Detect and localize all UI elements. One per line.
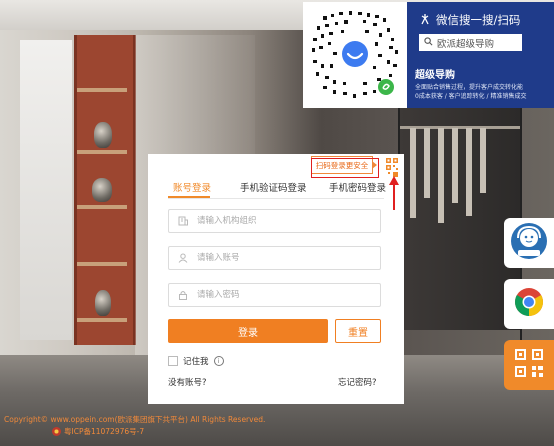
account-field — [168, 246, 381, 270]
customer-service-button[interactable] — [504, 218, 554, 268]
annotation-line — [393, 184, 395, 210]
forgot-password-link[interactable]: 忘记密码? — [338, 376, 377, 388]
search-icon — [424, 36, 433, 49]
login-button[interactable]: 登录 — [168, 319, 328, 343]
miniprogram-name: 超级导购 — [415, 70, 455, 81]
tabs-divider — [168, 198, 384, 199]
search-spark-icon — [419, 13, 431, 28]
browser-button[interactable] — [504, 279, 554, 329]
wechat-search-box: 欧派超级导购 — [419, 34, 522, 51]
copyright-text: Copyright© www.oppein.com(欧派集团旗下共平台) All… — [4, 415, 266, 424]
password-input[interactable] — [195, 289, 379, 301]
org-input[interactable] — [195, 215, 379, 227]
tab-sms-login[interactable]: 手机验证码登录 — [240, 180, 307, 194]
tab-phone-password-login[interactable]: 手机密码登录 — [329, 180, 386, 194]
wechat-search-title: 微信搜一搜/扫码 — [419, 12, 520, 28]
wechat-qr-popup: 微信搜一搜/扫码 欧派超级导购 超级导购 全面贴合销售过程，提升客户成交转化能 … — [303, 2, 554, 108]
remember-me: 记住我 i — [168, 355, 224, 367]
miniprogram-qr-code — [303, 2, 407, 108]
police-badge-icon — [52, 427, 61, 436]
password-field — [168, 283, 381, 307]
org-field — [168, 209, 381, 233]
building-icon — [177, 215, 189, 227]
wechat-info-panel: 微信搜一搜/扫码 欧派超级导购 超级导购 全面贴合销售过程，提升客户成交转化能 … — [407, 2, 554, 108]
info-icon[interactable]: i — [213, 356, 224, 366]
remember-label: 记住我 — [183, 357, 209, 367]
qr-code-button[interactable] — [504, 340, 554, 390]
tab-account-login[interactable]: 账号登录 — [173, 180, 211, 194]
icp-record[interactable]: 粤ICP备11072976号-7 — [52, 426, 144, 437]
remember-checkbox[interactable] — [168, 356, 178, 366]
customer-service-icon — [509, 221, 549, 265]
reset-button[interactable]: 重置 — [335, 319, 381, 343]
qr-code-icon — [512, 346, 546, 384]
miniprogram-desc: 全面贴合销售过程，提升客户成交转化能 0成本获客 / 客户追踪转化 / 精准销售… — [415, 84, 527, 100]
account-input[interactable] — [195, 252, 379, 264]
lock-icon — [177, 289, 189, 301]
annotation-box — [311, 158, 379, 178]
register-link[interactable]: 没有账号? — [168, 376, 207, 388]
user-icon — [177, 252, 189, 264]
chrome-icon — [514, 287, 544, 321]
login-card: 扫码登录更安全 账号登录 手机验证码登录 手机密码登录 请输入机构组织 请输入账… — [148, 154, 404, 404]
